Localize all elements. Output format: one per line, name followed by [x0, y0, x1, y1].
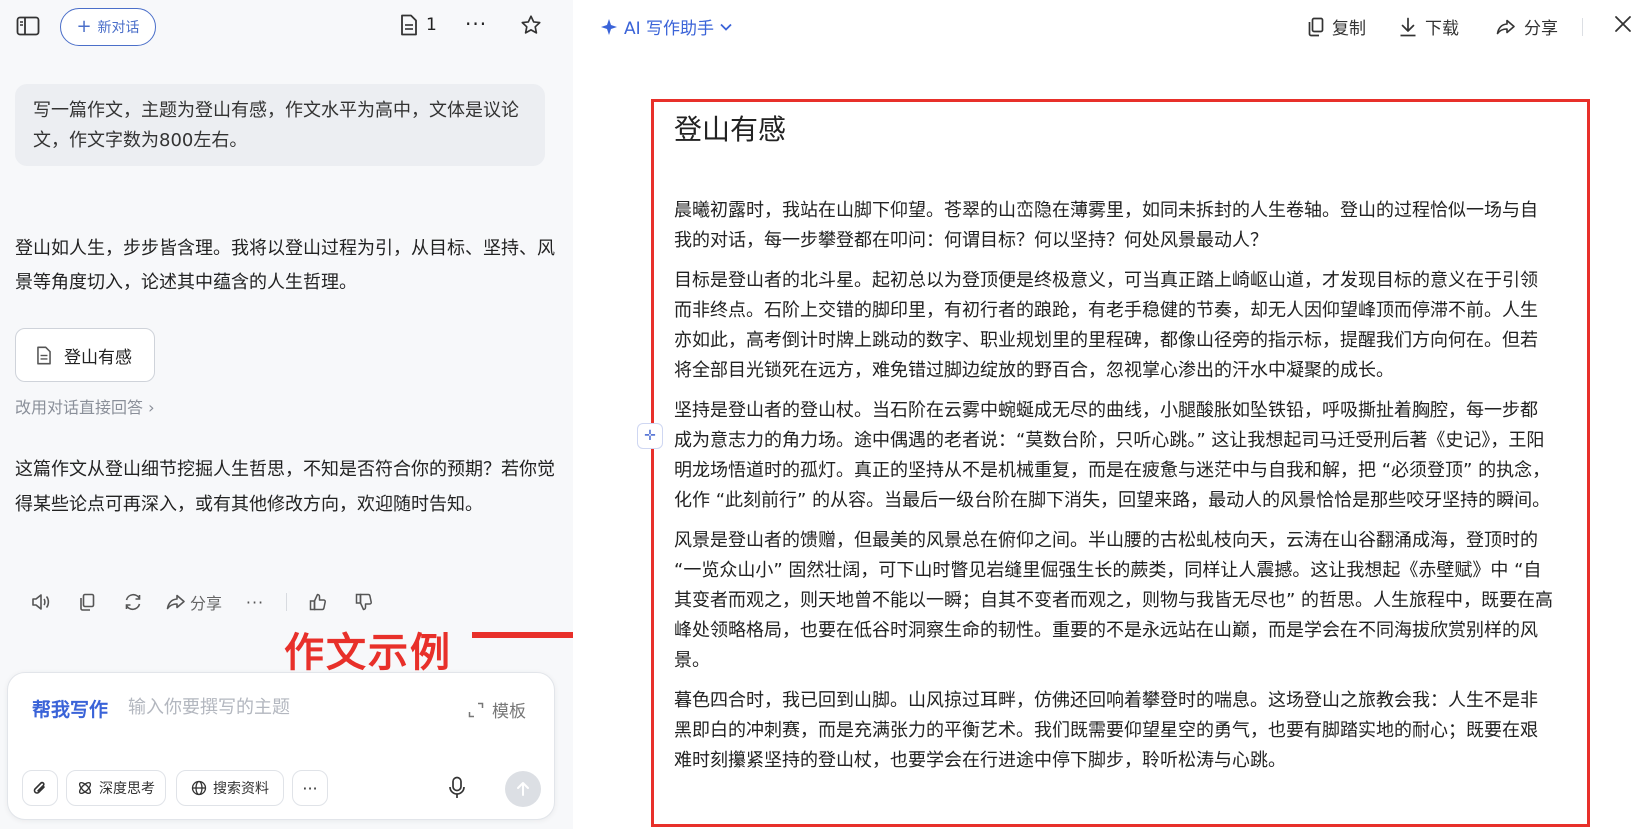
essay-paragraph: 坚持是登山者的登山杖。当石阶在云雾中蜿蜒成无尽的曲线，小腿酸胀如坠铁铅，呼吸撕扯…: [674, 400, 1551, 511]
user-prompt-bubble: 写一篇作文，主题为登山有感，作文水平为高中，文体是议论文，作文字数为800左右。: [15, 84, 545, 166]
insert-block-handle[interactable]: ✛: [637, 423, 663, 449]
copy-label: 复制: [1332, 19, 1366, 39]
assistant-label: AI 写作助手: [624, 19, 715, 39]
assistant-reply-intro: 登山如人生，步步皆含理。我将以登山过程为引，从目标、坚持、风景等角度切入，论述其…: [15, 238, 555, 293]
thumbs-down-icon[interactable]: [341, 588, 387, 616]
arrow-up-icon: [516, 781, 530, 797]
writing-mode-label[interactable]: 帮我写作: [32, 695, 108, 722]
share-document-button[interactable]: 分享: [1496, 14, 1558, 39]
document-card-title: 登山有感: [64, 347, 132, 368]
generated-document-card[interactable]: 登山有感: [15, 328, 155, 382]
essay-paragraph: 目标是登山者的北斗星。起初总以为登顶便是终极意义，可当真正踏上崎岖山道，才发现目…: [674, 270, 1538, 381]
template-button[interactable]: 模板: [468, 697, 526, 722]
annotation-label: 作文示例: [284, 630, 452, 676]
sparkle-icon: [600, 18, 618, 36]
new-chat-button[interactable]: + 新对话: [60, 8, 156, 46]
chat-panel: + 新对话 1 ··· 写一篇作文，主题为登山有感，作文水平为高中，文体是议论文…: [0, 0, 573, 829]
download-icon: [1399, 17, 1417, 37]
essay-document: 登山有感 晨曦初露时，我站在山脚下仰望。苍翠的山峦隐在薄雾里，如同未拆封的人生卷…: [651, 99, 1590, 827]
switch-to-chat-link[interactable]: 改用对话直接回答 ›: [15, 394, 155, 418]
share-document-label: 分享: [1524, 19, 1558, 39]
divider: [1582, 18, 1583, 36]
document-panel: AI 写作助手 复制 下载 分享 登山有感 晨曦初露时，我站在山脚下仰望。苍翠的…: [573, 0, 1650, 829]
more-actions-icon[interactable]: ···: [232, 588, 278, 616]
copy-icon[interactable]: [64, 588, 110, 616]
topic-input[interactable]: [126, 691, 426, 723]
essay-paragraph: 暮色四合时，我已回到山脚。山风掠过耳畔，仿佛还回响着攀登时的喘息。这场登山之旅教…: [674, 690, 1538, 771]
search-label: 搜索资料: [213, 781, 269, 797]
chevron-down-icon: [720, 23, 732, 31]
document-icon: [36, 346, 52, 365]
divider: [286, 593, 287, 611]
new-chat-label: 新对话: [97, 20, 140, 36]
download-button[interactable]: 下载: [1399, 14, 1459, 39]
copy-icon: [1308, 17, 1324, 37]
favorite-star-icon[interactable]: [520, 14, 542, 36]
paperclip-icon: [32, 779, 48, 797]
search-button[interactable]: 搜索资料: [176, 770, 284, 806]
copy-button[interactable]: 复制: [1308, 14, 1366, 39]
send-button[interactable]: [505, 771, 541, 807]
template-label: 模板: [492, 702, 526, 722]
plus-icon: +: [76, 16, 92, 37]
assistant-switcher[interactable]: AI 写作助手: [600, 14, 732, 39]
chat-toolbar: + 新对话 1 ···: [0, 0, 573, 52]
message-actions: 分享 ···: [18, 588, 387, 616]
document-icon: [400, 14, 418, 36]
attach-button[interactable]: [22, 770, 58, 806]
document-count-button[interactable]: 1: [400, 14, 437, 36]
sidebar-toggle-icon[interactable]: [16, 16, 40, 36]
share-icon: [1496, 18, 1516, 36]
share-icon: [166, 594, 186, 610]
share-label: 分享: [189, 594, 222, 613]
more-options-icon[interactable]: ···: [465, 12, 487, 36]
essay-content: 登山有感 晨曦初露时，我站在山脚下仰望。苍翠的山峦隐在薄雾里，如同未拆封的人生卷…: [674, 102, 1554, 786]
assistant-reply-outro: 这篇作文从登山细节挖掘人生哲思，不知是否符合你的预期？若你觉得某些论点可再深入，…: [15, 459, 555, 515]
more-tools-icon[interactable]: ···: [292, 770, 328, 806]
essay-paragraph: 风景是登山者的馈赠，但最美的风景总在俯仰之间。半山腰的古松虬枝向天，云涛在山谷翻…: [674, 530, 1554, 671]
essay-title: 登山有感: [674, 113, 787, 146]
deep-think-label: 深度思考: [99, 781, 155, 797]
globe-icon: [191, 780, 207, 796]
atom-icon: [77, 780, 93, 796]
close-icon[interactable]: [1613, 14, 1633, 34]
share-button[interactable]: 分享: [156, 588, 232, 616]
deep-think-button[interactable]: 深度思考: [66, 770, 166, 806]
regenerate-icon[interactable]: [110, 588, 156, 616]
thumbs-up-icon[interactable]: [295, 588, 341, 616]
plus-sparkle-icon: ✛: [644, 428, 656, 444]
microphone-icon[interactable]: [448, 776, 466, 800]
download-label: 下载: [1425, 19, 1459, 39]
document-count: 1: [426, 15, 437, 35]
essay-paragraph: 晨曦初露时，我站在山脚下仰望。苍翠的山峦隐在薄雾里，如同未拆封的人生卷轴。登山的…: [674, 200, 1538, 251]
composer: 帮我写作 模板 深度思考 搜索资料 ···: [7, 672, 555, 820]
read-aloud-icon[interactable]: [18, 588, 64, 616]
expand-icon: [468, 702, 484, 718]
